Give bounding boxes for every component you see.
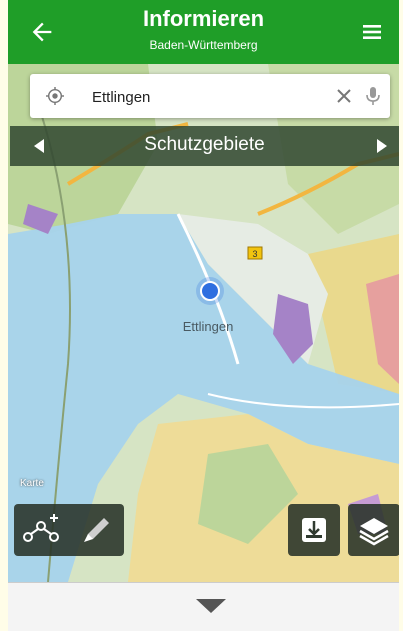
location-pin-icon[interactable]	[46, 87, 64, 105]
download-button[interactable]	[288, 504, 340, 556]
map-tool-group	[14, 504, 124, 556]
measure-button[interactable]	[14, 504, 68, 556]
microphone-icon[interactable]	[364, 86, 382, 106]
close-icon[interactable]	[334, 86, 354, 106]
page-title: Informieren	[142, 6, 265, 31]
chevron-down-icon[interactable]	[194, 597, 228, 615]
app-screen: 3 Ettlingen Informieren Baden-Württember…	[8, 0, 399, 631]
draw-button[interactable]	[70, 504, 124, 556]
hamburger-menu-icon[interactable]	[359, 20, 385, 44]
search-input[interactable]	[90, 84, 314, 110]
current-location-dot	[200, 281, 220, 301]
search-box	[30, 74, 390, 118]
layer-selector: Schutzgebiete	[10, 126, 399, 166]
app-header: Informieren Baden-Württemberg	[8, 0, 399, 64]
measure-route-icon	[23, 514, 59, 542]
layers-icon	[359, 518, 389, 546]
road-badge-number: 3	[252, 249, 257, 259]
layers-button[interactable]	[348, 504, 399, 556]
download-tray-icon	[302, 518, 326, 542]
bottom-panel	[8, 582, 399, 631]
layer-name: Schutzgebiete	[144, 134, 265, 155]
triangle-right-icon[interactable]	[375, 138, 389, 154]
map-city-label: Ettlingen	[183, 319, 234, 334]
map-small-label: Karte	[20, 478, 44, 489]
page-subtitle: Baden-Württemberg	[149, 38, 258, 52]
pencil-icon	[84, 518, 109, 542]
